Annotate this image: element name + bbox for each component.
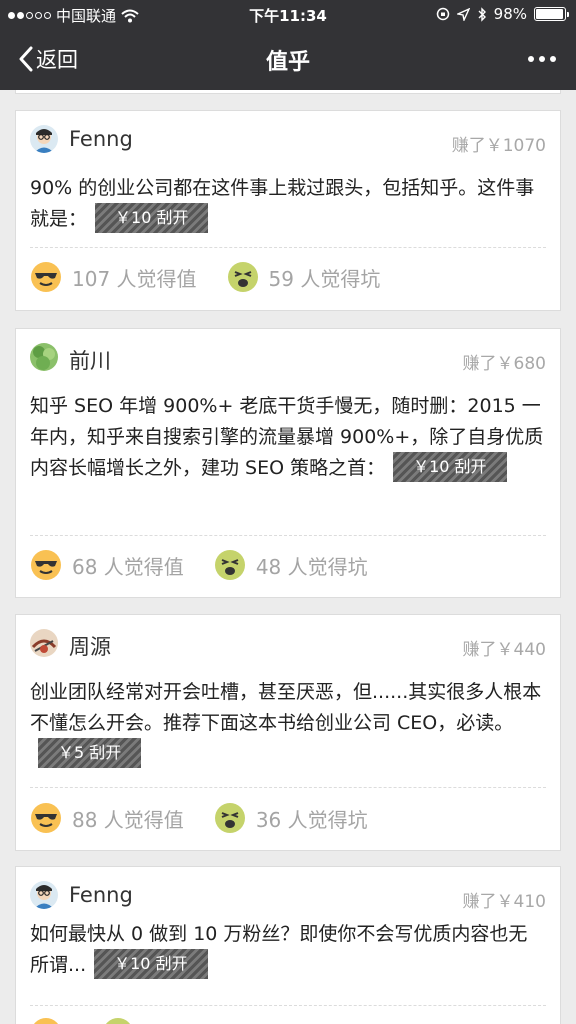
bluetooth-icon: [478, 6, 486, 22]
location-icon: [456, 7, 470, 21]
pit-count: 59 人觉得坑: [268, 266, 381, 291]
reaction-bar: 68 人觉得值 48 人觉得坑: [30, 549, 398, 581]
person-glasses-avatar-icon: [30, 881, 58, 909]
tired-face-icon: [214, 803, 245, 833]
answer-card[interactable]: 前川 赚了￥680 知乎 SEO 年增 900%+ 老底干货手慢无，随时删：20…: [15, 328, 561, 598]
pit-button[interactable]: 48 人觉得坑: [214, 549, 368, 581]
status-bar: 中国联通 下午11:34 98%: [0, 0, 576, 30]
earned-amount: 赚了￥1070: [451, 136, 546, 156]
author-avatar[interactable]: [30, 343, 58, 371]
cool-face-icon: [34, 1018, 58, 1024]
answer-card[interactable]: Fenng 赚了￥1070 90% 的创业公司都在这件事上栽过跟头，包括知乎。这…: [15, 110, 561, 311]
tired-face-icon: [106, 1018, 130, 1024]
author-name[interactable]: Fenng: [69, 127, 133, 151]
back-button[interactable]: 返回: [18, 44, 78, 74]
scratch-reveal-button[interactable]: ￥10 刮开: [393, 451, 507, 482]
divider: [30, 787, 546, 788]
worth-count: 88 人觉得值: [72, 807, 184, 832]
reaction-bar: 88 人觉得值 36 人觉得坑: [30, 802, 398, 834]
question-text[interactable]: 90% 的创业公司都在这件事上栽过跟头，包括知乎。这件事就是： ￥10 刮开: [16, 163, 560, 235]
page-title: 值乎: [265, 50, 310, 75]
author-avatar[interactable]: [30, 881, 58, 909]
dot-icon: [528, 56, 534, 62]
worth-count: 107 人觉得值: [72, 266, 197, 291]
tired-face-icon: [227, 262, 258, 292]
person-glasses-avatar-icon: [30, 125, 58, 153]
divider: [30, 1005, 546, 1006]
divider: [30, 535, 546, 536]
back-label: 返回: [36, 48, 78, 72]
pit-count: 36 人觉得坑: [255, 807, 368, 832]
worth-it-button[interactable]: 107 人觉得值: [30, 261, 197, 293]
pit-button[interactable]: 59 人觉得坑: [227, 261, 381, 293]
earned-amount: 赚了￥680: [462, 354, 546, 374]
author-name[interactable]: 周源: [69, 631, 111, 661]
card-header: Fenng 赚了￥1070: [16, 111, 560, 163]
orientation-lock-icon: [436, 7, 449, 21]
worth-it-button[interactable]: 68 人觉得值: [30, 549, 184, 581]
author-name[interactable]: 前川: [69, 345, 111, 375]
battery-icon: [534, 7, 569, 21]
question-feed[interactable]: Fenng 赚了￥1070 90% 的创业公司都在这件事上栽过跟头，包括知乎。这…: [0, 90, 576, 1024]
scratch-reveal-button[interactable]: ￥10 刮开: [95, 202, 209, 233]
card-header: Fenng 赚了￥410: [16, 867, 560, 919]
cool-face-icon: [31, 803, 61, 833]
pit-count: 48 人觉得坑: [255, 554, 368, 579]
cool-face-icon: [31, 550, 61, 580]
battery-percent: 98%: [493, 5, 527, 23]
worth-count: 68 人觉得值: [72, 554, 184, 579]
scratch-reveal-button[interactable]: ￥5 刮开: [38, 737, 142, 768]
cool-face-icon: [31, 262, 61, 292]
answer-card[interactable]: Fenng 赚了￥410 如何最快从 0 做到 10 万粉丝？即使你不会写优质内…: [15, 866, 561, 1024]
status-icons: 98%: [436, 5, 569, 23]
card-header: 前川 赚了￥680: [16, 329, 560, 381]
card-header: 周源 赚了￥440: [16, 615, 560, 667]
pit-button[interactable]: 36 人觉得坑: [214, 802, 368, 834]
pit-button[interactable]: [102, 1017, 144, 1024]
answer-card[interactable]: 周源 赚了￥440 创业团队经常对开会吐槽，甚至厌恶，但......其实很多人根…: [15, 614, 561, 851]
nav-bar: 返回 值乎: [0, 30, 576, 90]
tired-face-icon: [214, 550, 245, 580]
reaction-bar: [30, 1017, 174, 1024]
divider: [30, 247, 546, 248]
author-name[interactable]: Fenng: [69, 883, 133, 907]
sketch-avatar-icon: [30, 629, 58, 657]
earned-amount: 赚了￥440: [462, 640, 546, 660]
reaction-bar: 107 人觉得值 59 人觉得坑: [30, 261, 410, 293]
scratch-reveal-button[interactable]: ￥10 刮开: [94, 948, 208, 979]
question-text[interactable]: 知乎 SEO 年增 900%+ 老底干货手慢无，随时删：2015 一年内，知乎来…: [16, 381, 560, 484]
more-options-button[interactable]: [528, 56, 556, 62]
chevron-left-icon: [19, 46, 33, 72]
author-avatar[interactable]: [30, 629, 58, 657]
leaf-avatar-icon: [30, 343, 58, 371]
dot-icon: [550, 56, 556, 62]
dot-icon: [539, 56, 545, 62]
question-text[interactable]: 创业团队经常对开会吐槽，甚至厌恶，但......其实很多人根本不懂怎么开会。推荐…: [16, 667, 560, 770]
previous-card-edge: [15, 90, 561, 94]
earned-amount: 赚了￥410: [462, 892, 546, 912]
worth-it-button[interactable]: [30, 1017, 72, 1024]
worth-it-button[interactable]: 88 人觉得值: [30, 802, 184, 834]
author-avatar[interactable]: [30, 125, 58, 153]
question-text[interactable]: 如何最快从 0 做到 10 万粉丝？即使你不会写优质内容也无所谓... ￥10 刮…: [16, 919, 560, 981]
